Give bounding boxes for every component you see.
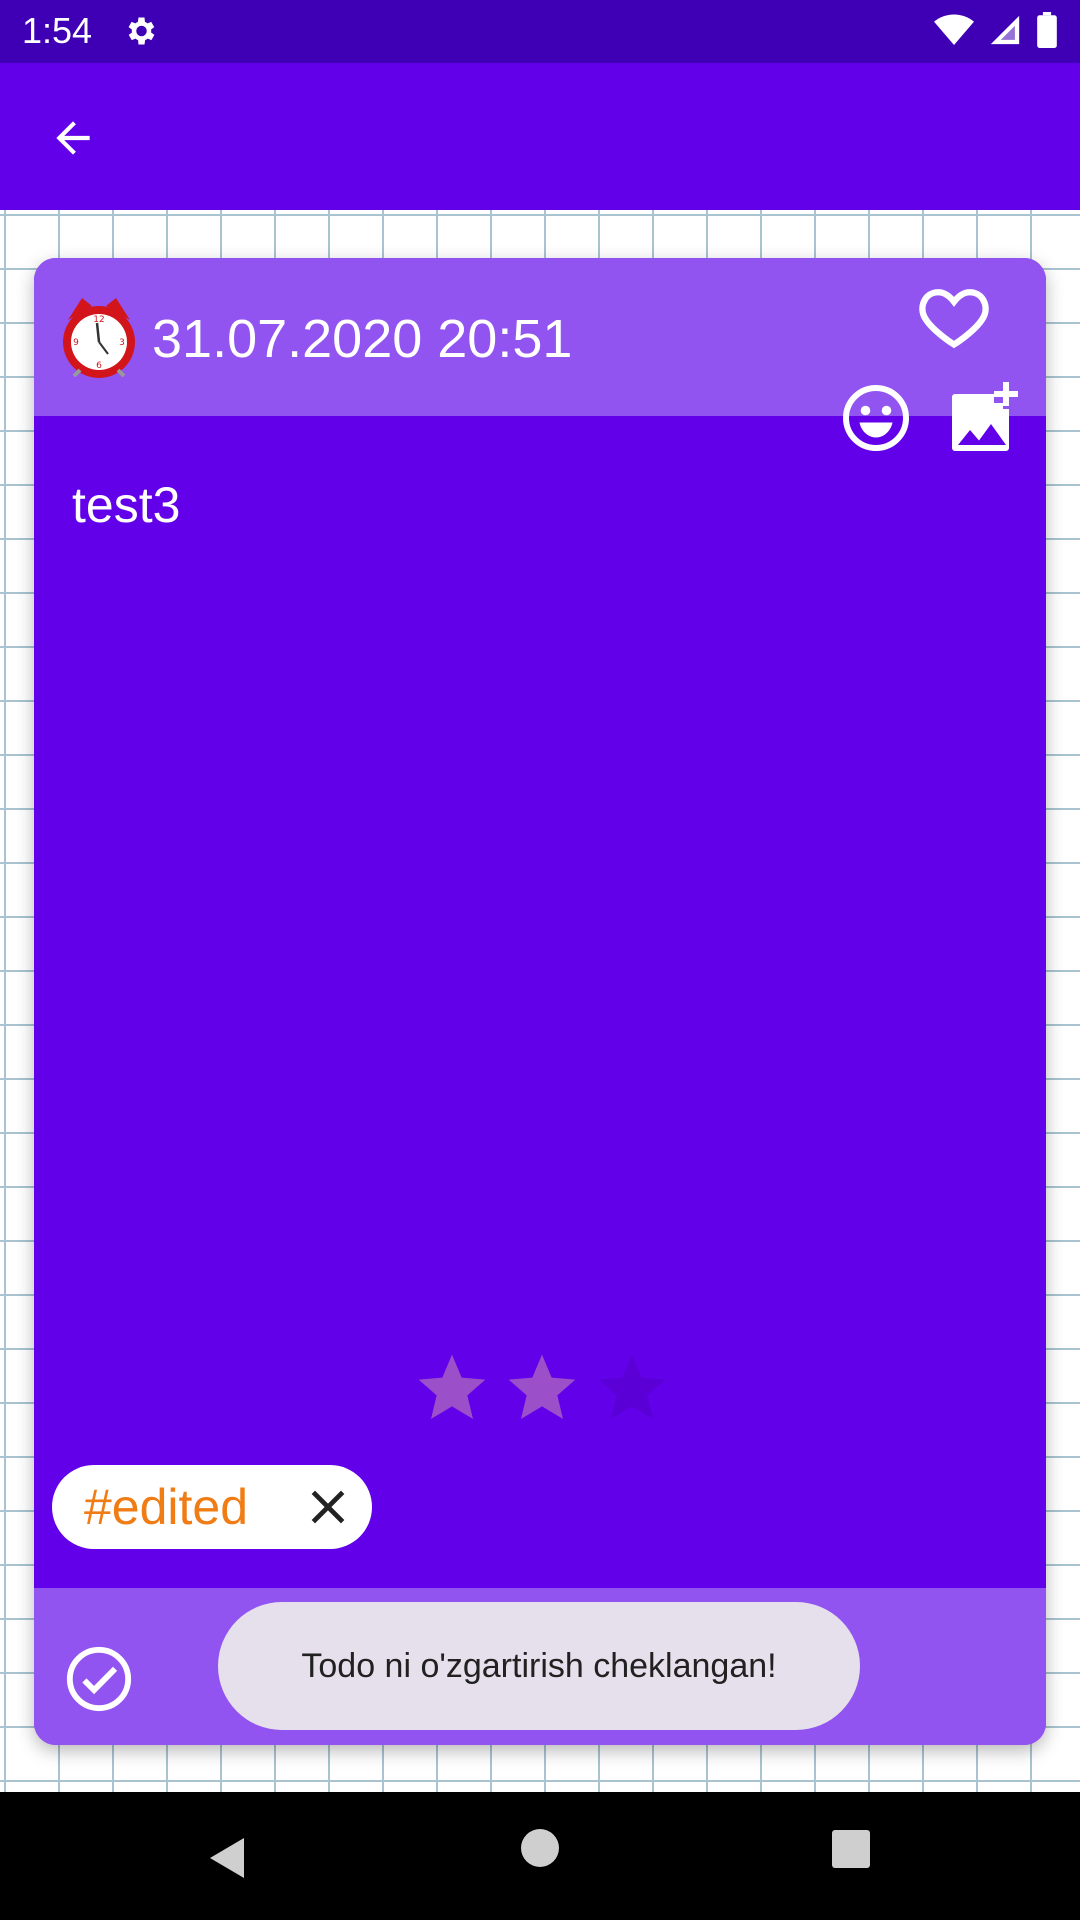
note-header: 12 3 6 9 31.07.2020 20:51 (34, 258, 1046, 451)
add-photo-icon[interactable] (946, 382, 1018, 454)
note-date: 31.07.2020 20:51 (152, 309, 573, 369)
svg-text:3: 3 (119, 338, 125, 348)
battery-icon (1037, 12, 1057, 48)
alarm-clock-icon[interactable]: 12 3 6 9 (58, 292, 140, 382)
toast-message: Todo ni o'zgartirish cheklangan! (218, 1602, 860, 1730)
back-button[interactable] (42, 107, 104, 169)
wifi-icon (934, 14, 974, 45)
arrow-back-icon (56, 121, 90, 155)
nav-recents-icon[interactable] (832, 1830, 870, 1868)
heart-outline-icon[interactable] (916, 278, 992, 354)
status-time: 1:54 (22, 10, 93, 51)
tag-label: #edited (84, 1479, 249, 1535)
tag-chip[interactable]: #edited (52, 1465, 372, 1549)
note-card: 12 3 6 9 31.07.2020 20:51 test3 #edited (34, 258, 1046, 1745)
status-icons (934, 12, 1058, 48)
check-circle-icon[interactable] (64, 1644, 134, 1714)
svg-text:9: 9 (73, 338, 79, 348)
nav-back-icon[interactable] (204, 1834, 248, 1882)
navigation-bar (0, 1792, 1080, 1920)
smiley-icon[interactable] (840, 382, 912, 454)
star-filled-icon[interactable] (412, 1348, 492, 1428)
svg-text:6: 6 (96, 361, 102, 371)
star-filled-icon[interactable] (502, 1348, 582, 1428)
cell-signal-icon (990, 15, 1020, 45)
svg-text:12: 12 (93, 315, 104, 325)
rating-stars[interactable] (412, 1348, 672, 1428)
note-text[interactable]: test3 (72, 476, 180, 534)
status-bar: 1:54 (0, 0, 1080, 63)
settings-gear-icon (128, 17, 155, 45)
star-empty-icon[interactable] (592, 1348, 672, 1428)
nav-home-icon[interactable] (521, 1829, 559, 1867)
close-icon[interactable] (306, 1485, 350, 1529)
app-bar (0, 63, 1080, 210)
